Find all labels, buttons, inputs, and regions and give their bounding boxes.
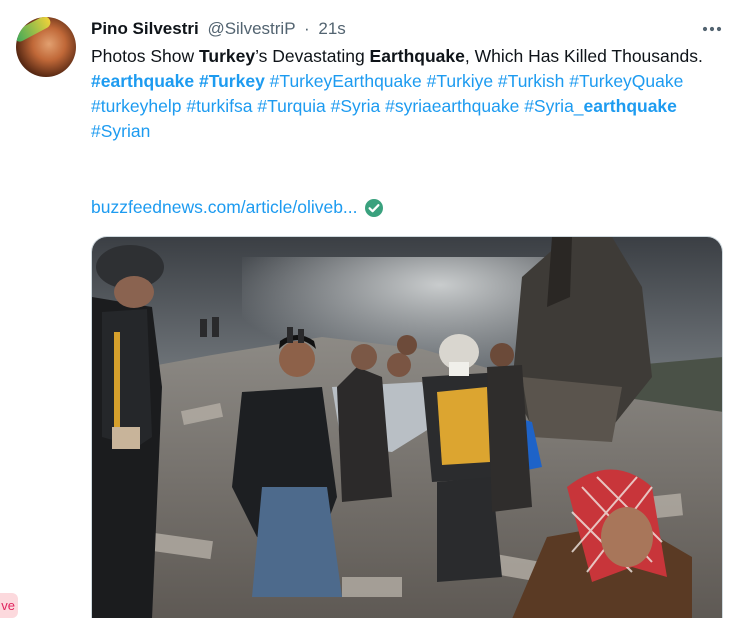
article-link[interactable]: buzzfeednews.com/article/oliveb... — [91, 195, 384, 220]
side-tab[interactable]: ve — [0, 593, 18, 618]
more-horizontal-icon — [702, 26, 722, 32]
timestamp[interactable]: 21s — [318, 19, 345, 38]
tweet-text: Photos Show Turkey’s Devastating Earthqu… — [91, 44, 731, 144]
article-link-text[interactable]: buzzfeednews.com/article/oliveb... — [91, 195, 358, 220]
tweet-headline: Photos Show Turkey’s Devastating Earthqu… — [91, 46, 703, 66]
hashtag-earthquake[interactable]: #earthquake — [91, 71, 194, 91]
side-tab-label: ve — [1, 598, 15, 613]
earthquake-rescue-photo — [92, 237, 722, 618]
display-name[interactable]: Pino Silvestri — [91, 19, 199, 38]
avatar-headband — [16, 17, 53, 44]
hashtag-syria-earthquake-bold[interactable]: earthquake — [584, 96, 677, 116]
hashtag-turkey[interactable]: #Turkey — [199, 71, 265, 91]
tweet: Pino Silvestri @SilvestriP · 21s Photos … — [0, 0, 750, 618]
avatar[interactable] — [16, 17, 76, 77]
tweet-header: Pino Silvestri @SilvestriP · 21s — [91, 17, 346, 41]
check-circle-icon — [364, 198, 383, 217]
user-handle[interactable]: @SilvestriP — [207, 19, 295, 38]
separator-dot: · — [303, 19, 310, 38]
more-options-button[interactable] — [698, 16, 726, 42]
hashtag-list[interactable]: #earthquake #Turkey #TurkeyEarthquake #T… — [91, 69, 731, 144]
hashtag-syrian[interactable]: #Syrian — [91, 121, 150, 141]
tweet-photo[interactable] — [91, 236, 723, 618]
